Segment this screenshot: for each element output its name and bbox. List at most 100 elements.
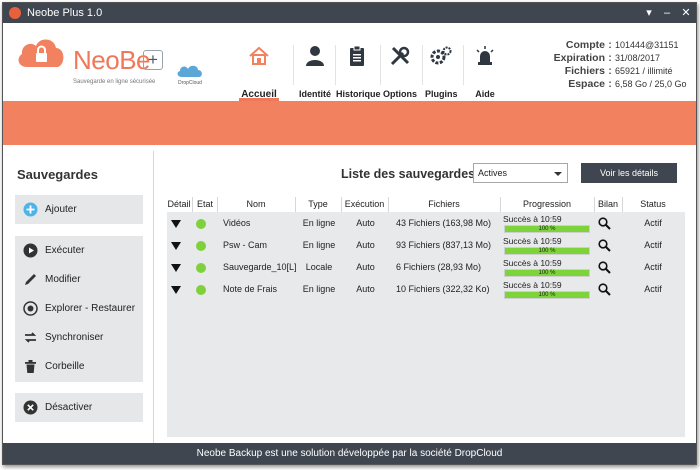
accent-banner bbox=[3, 101, 696, 145]
expand-triangle-icon[interactable] bbox=[171, 264, 181, 272]
row-name: Note de Frais bbox=[223, 284, 278, 294]
row-progress-bar: 100 % bbox=[504, 225, 590, 233]
header: NeoBe + Sauvegarde en ligne sécurisée Dr… bbox=[3, 23, 696, 101]
table-row[interactable]: Vidéos En ligne Auto 43 Fichiers (163,98… bbox=[167, 213, 685, 235]
dropcloud-label: DropCloud bbox=[178, 80, 202, 86]
row-type: Locale bbox=[305, 262, 333, 272]
execute-button[interactable]: Exécuter bbox=[15, 236, 143, 265]
nav-options[interactable]: Options bbox=[382, 43, 418, 101]
deactivate-label: Désactiver bbox=[45, 402, 93, 413]
col-progression[interactable]: Progression bbox=[501, 199, 593, 209]
nav-plugins[interactable]: Plugins bbox=[425, 43, 458, 101]
footer-bar: Neobe Backup est une solution développée… bbox=[3, 443, 696, 464]
compte-label: Compte bbox=[565, 39, 605, 51]
row-progress-bar: 100 % bbox=[504, 247, 590, 255]
clipboard-icon bbox=[350, 45, 364, 66]
sidebar-actions-group: Exécuter Modifier Explorer - Restaurer S… bbox=[15, 236, 143, 382]
expiration-value: 31/08/2017 bbox=[615, 53, 661, 63]
col-nom[interactable]: Nom bbox=[218, 199, 294, 209]
row-progress-text: Succès à 10:59 bbox=[503, 280, 562, 290]
sync-button[interactable]: Synchroniser bbox=[15, 323, 143, 352]
trash-button[interactable]: Corbeille bbox=[15, 352, 143, 381]
nav-label: Historique bbox=[336, 89, 381, 99]
col-etat[interactable]: Etat bbox=[193, 199, 217, 209]
expand-triangle-icon[interactable] bbox=[171, 242, 181, 250]
sidebar-title: Sauvegardes bbox=[17, 167, 98, 182]
brand-plus: + bbox=[143, 50, 163, 70]
view-details-button[interactable]: Voir les détails bbox=[581, 163, 677, 183]
sidebar: Sauvegardes Ajouter Exécuter Modifier Ex… bbox=[3, 151, 154, 443]
col-detail[interactable]: Détail bbox=[167, 199, 191, 209]
progress-percent: 100 % bbox=[538, 292, 556, 298]
close-button[interactable]: ✕ bbox=[678, 5, 694, 21]
explore-restore-label: Explorer - Restaurer bbox=[45, 303, 136, 314]
account-row: Expiration:31/08/2017 bbox=[535, 52, 687, 65]
plus-circle-icon bbox=[23, 202, 38, 217]
nav-label: Options bbox=[383, 89, 417, 99]
expand-triangle-icon[interactable] bbox=[171, 220, 181, 228]
title-bar: Neobe Plus 1.0 ▾ – ✕ bbox=[3, 3, 696, 23]
row-files: 6 Fichiers (28,93 Mo) bbox=[396, 262, 482, 272]
row-files: 43 Fichiers (163,98 Mo) bbox=[396, 218, 492, 228]
nav-divider bbox=[380, 45, 381, 85]
espace-value: 6,58 Go / 25,0 Go bbox=[615, 79, 687, 89]
brand-tagline: Sauvegarde en ligne sécurisée bbox=[73, 79, 156, 85]
nav-historique[interactable]: Historique bbox=[336, 43, 381, 101]
col-status[interactable]: Status bbox=[623, 199, 683, 209]
magnifier-icon[interactable] bbox=[598, 217, 611, 230]
trash-icon bbox=[25, 360, 36, 373]
account-info: Compte:101444@31151 Expiration:31/08/201… bbox=[535, 39, 687, 91]
col-fichiers[interactable]: Fichiers bbox=[389, 199, 499, 209]
magnifier-icon[interactable] bbox=[598, 239, 611, 252]
row-status: Actif bbox=[644, 240, 662, 250]
col-type[interactable]: Type bbox=[296, 199, 340, 209]
add-label: Ajouter bbox=[45, 204, 77, 215]
status-ok-icon bbox=[196, 285, 206, 295]
expand-triangle-icon[interactable] bbox=[171, 286, 181, 294]
col-bilan[interactable]: Bilan bbox=[595, 199, 621, 209]
table-row[interactable]: Sauvegarde_10[L] Locale Auto 6 Fichiers … bbox=[167, 257, 685, 279]
close-circle-icon bbox=[23, 400, 38, 415]
cloud-lock-logo-icon bbox=[18, 39, 64, 67]
add-button[interactable]: Ajouter bbox=[15, 195, 143, 224]
row-files: 93 Fichiers (837,13 Mo) bbox=[396, 240, 492, 250]
home-icon bbox=[249, 46, 269, 65]
col-execution[interactable]: Exécution bbox=[342, 199, 387, 209]
table-row[interactable]: Note de Frais En ligne Auto 10 Fichiers … bbox=[167, 279, 685, 301]
row-progress-text: Succès à 10:59 bbox=[503, 214, 562, 224]
fichiers-value: 65921 / illimité bbox=[615, 66, 673, 76]
magnifier-icon[interactable] bbox=[598, 261, 611, 274]
row-progress-text: Succès à 10:59 bbox=[503, 258, 562, 268]
fichiers-label: Fichiers bbox=[564, 65, 605, 77]
nav-accueil[interactable]: Accueil bbox=[239, 43, 279, 101]
nav-identite[interactable]: Identité bbox=[297, 43, 333, 101]
explore-restore-button[interactable]: Explorer - Restaurer bbox=[15, 294, 143, 323]
row-progress-bar: 100 % bbox=[504, 291, 590, 299]
row-type: En ligne bbox=[302, 240, 336, 250]
siren-icon bbox=[476, 46, 494, 65]
edit-button[interactable]: Modifier bbox=[15, 265, 143, 294]
status-ok-icon bbox=[196, 263, 206, 273]
row-name: Vidéos bbox=[223, 218, 251, 228]
account-row: Fichiers:65921 / illimité bbox=[535, 65, 687, 78]
gears-icon bbox=[430, 46, 452, 65]
dropcloud-cloud-icon bbox=[177, 65, 202, 77]
execute-label: Exécuter bbox=[45, 245, 85, 256]
user-icon bbox=[306, 46, 324, 66]
minimize-button[interactable]: – bbox=[659, 5, 675, 21]
nav-aide[interactable]: Aide bbox=[471, 43, 499, 101]
sidebar-deactivate-group: Désactiver bbox=[15, 393, 143, 422]
deactivate-button[interactable]: Désactiver bbox=[15, 393, 143, 422]
row-execution: Auto bbox=[356, 284, 375, 294]
row-execution: Auto bbox=[356, 262, 375, 272]
progress-percent: 100 % bbox=[538, 270, 556, 276]
nav-label: Plugins bbox=[425, 89, 458, 99]
edit-label: Modifier bbox=[45, 274, 81, 285]
brand-name: NeoBe bbox=[73, 45, 151, 75]
table-row[interactable]: Psw - Cam En ligne Auto 93 Fichiers (837… bbox=[167, 235, 685, 257]
magnifier-icon[interactable] bbox=[598, 283, 611, 296]
tools-icon bbox=[390, 46, 410, 66]
row-files: 10 Fichiers (322,32 Ko) bbox=[396, 284, 490, 294]
menu-dropdown-icon[interactable]: ▾ bbox=[641, 5, 657, 21]
backup-filter-select[interactable]: Actives bbox=[473, 163, 568, 183]
